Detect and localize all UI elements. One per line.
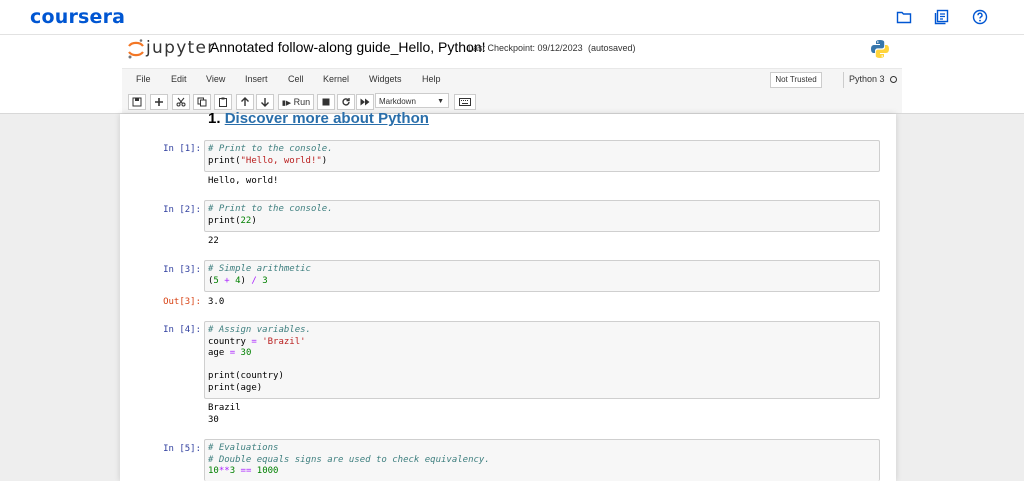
code-line: # Simple arithmetic xyxy=(208,264,311,274)
code-line: # Print to the console. xyxy=(208,144,333,154)
restart-icon xyxy=(342,98,350,106)
coursera-top-bar: coursera xyxy=(0,0,1024,35)
run-step-icon: ▮▶ xyxy=(281,100,292,107)
menu-cell[interactable]: Cell xyxy=(288,74,304,84)
jupyter-header: jupyter Annotated follow-along guide_Hel… xyxy=(0,35,1024,114)
insert-cell-button[interactable] xyxy=(150,94,168,110)
chevron-down-icon: ▼ xyxy=(437,98,444,105)
restart-run-all-button[interactable] xyxy=(356,94,374,110)
cell-output: 3.0 xyxy=(208,297,225,307)
cell-output: 22 xyxy=(208,236,219,246)
code-cell[interactable]: # Simple arithmetic (5 + 4) / 3 xyxy=(204,260,880,292)
paste-button[interactable] xyxy=(214,94,232,110)
kernel-idle-indicator-icon xyxy=(890,76,897,83)
kernel-name[interactable]: Python 3 xyxy=(849,74,885,84)
code-line: (5 + 4) / 3 xyxy=(208,275,268,286)
move-down-button[interactable] xyxy=(256,94,274,110)
move-up-button[interactable] xyxy=(236,94,254,110)
code-cell[interactable]: # Assign variables. country = 'Brazil' a… xyxy=(204,321,880,399)
run-button[interactable]: ▮▶ Run xyxy=(278,94,314,110)
menu-insert[interactable]: Insert xyxy=(245,74,268,84)
menu-widgets[interactable]: Widgets xyxy=(369,74,402,84)
stop-icon xyxy=(322,98,330,106)
cell-type-select[interactable]: Markdown ▼ xyxy=(375,93,449,108)
jupyter-logo-text[interactable]: jupyter xyxy=(146,38,216,58)
code-cell[interactable]: # Print to the console. print("Hello, wo… xyxy=(204,140,880,172)
code-line: print(22) xyxy=(208,215,257,226)
input-prompt: In [3]: xyxy=(163,265,201,275)
autosave-status: (autosaved) xyxy=(588,43,636,53)
save-button[interactable] xyxy=(128,94,146,110)
notebook-title[interactable]: Annotated follow-along guide_Hello, Pyth… xyxy=(210,39,486,55)
menu-kernel[interactable]: Kernel xyxy=(323,74,349,84)
input-prompt: In [5]: xyxy=(163,444,201,454)
menu-help[interactable]: Help xyxy=(422,74,441,84)
menu-view[interactable]: View xyxy=(206,74,225,84)
plus-icon xyxy=(155,98,163,106)
notes-icon[interactable] xyxy=(934,9,950,25)
code-line: 10**3 == 1000 xyxy=(208,466,279,476)
input-prompt: In [1]: xyxy=(163,144,201,154)
save-icon xyxy=(132,97,142,107)
cut-button[interactable] xyxy=(172,94,190,110)
code-line: # Assign variables. xyxy=(208,325,311,335)
menu-edit[interactable]: Edit xyxy=(171,74,187,84)
coursera-logo[interactable]: coursera xyxy=(30,6,125,28)
cell-type-value: Markdown xyxy=(379,97,416,106)
run-button-label: Run xyxy=(293,97,311,107)
code-line: # Evaluations xyxy=(208,443,279,453)
scissors-icon xyxy=(176,97,186,107)
interrupt-kernel-button[interactable] xyxy=(317,94,335,110)
heading-number: 1. xyxy=(208,110,221,127)
keyboard-icon xyxy=(459,98,471,106)
fast-forward-icon xyxy=(360,98,370,106)
kernel-divider xyxy=(843,72,844,88)
help-icon[interactable] xyxy=(972,9,988,25)
arrow-up-icon xyxy=(241,97,249,106)
input-prompt: In [4]: xyxy=(163,325,201,335)
arrow-down-icon xyxy=(261,98,269,107)
code-line: country = 'Brazil' xyxy=(208,336,306,347)
input-prompt: In [2]: xyxy=(163,205,201,215)
menu-file[interactable]: File xyxy=(136,74,151,84)
jupyter-logo-icon[interactable] xyxy=(127,38,145,65)
restart-kernel-button[interactable] xyxy=(337,94,355,110)
paste-icon xyxy=(219,97,227,107)
cell-output: Brazil 30 xyxy=(208,403,241,425)
command-palette-button[interactable] xyxy=(454,94,476,110)
trust-status-button[interactable]: Not Trusted xyxy=(770,72,822,88)
code-line: # Double equals signs are used to check … xyxy=(208,454,490,465)
copy-button[interactable] xyxy=(193,94,211,110)
folder-icon[interactable] xyxy=(896,9,912,25)
code-line: print(country) xyxy=(208,371,284,381)
discover-python-link[interactable]: Discover more about Python xyxy=(225,110,429,127)
markdown-heading: 1. Discover more about Python xyxy=(208,110,429,127)
code-line: age = 30 xyxy=(208,348,252,358)
code-cell[interactable]: # Evaluations # Double equals signs are … xyxy=(204,439,880,481)
python-logo-icon xyxy=(870,39,890,64)
cell-output: Hello, world! xyxy=(208,176,279,186)
code-line: # Print to the console. xyxy=(208,204,333,214)
code-line: print("Hello, world!") xyxy=(208,155,328,166)
code-line: print(age) xyxy=(208,382,263,393)
code-cell[interactable]: # Print to the console. print(22) xyxy=(204,200,880,232)
copy-icon xyxy=(197,97,207,107)
output-prompt: Out[3]: xyxy=(163,297,201,307)
checkpoint-text: Last Checkpoint: 09/12/2023 xyxy=(468,43,583,53)
